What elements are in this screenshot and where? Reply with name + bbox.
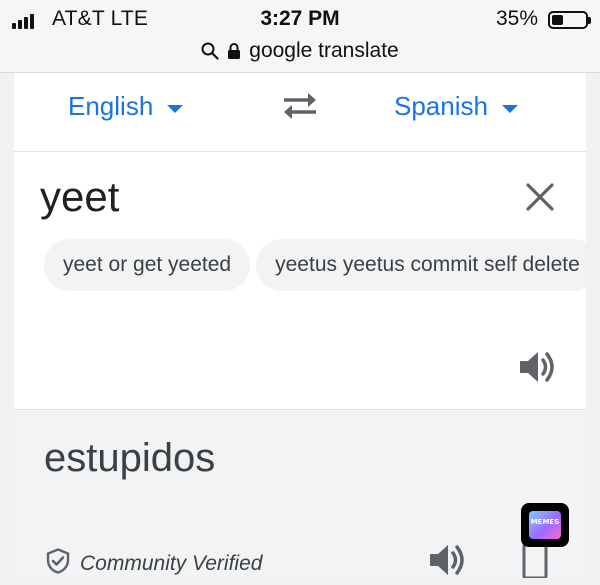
shield-check-icon (46, 548, 70, 580)
suggestion-chip[interactable]: yeetus yeetus commit self delete (256, 239, 586, 291)
status-bar: AT&T LTE 3:27 PM 35% (0, 6, 600, 32)
translation-result-panel: estupidos Community Verified (14, 409, 586, 580)
address-text: google translate (249, 39, 399, 62)
battery-fill (552, 15, 563, 25)
target-language-button[interactable]: Spanish (394, 91, 518, 122)
browser-top-bar: AT&T LTE 3:27 PM 35% google translate (0, 0, 600, 73)
close-icon (522, 183, 558, 219)
address-bar[interactable]: google translate (0, 36, 600, 66)
battery-icon (548, 11, 591, 29)
community-verified-label: Community Verified (80, 552, 263, 575)
source-text-input[interactable]: yeet (40, 173, 119, 221)
target-language-label: Spanish (394, 91, 488, 121)
source-language-label: English (68, 91, 154, 121)
translated-text: estupidos (44, 436, 216, 480)
chevron-down-icon (167, 104, 184, 113)
translate-card: English Spanish yeet yeet or get yeeted y… (14, 73, 586, 580)
search-icon (201, 42, 219, 60)
speaker-icon (428, 545, 468, 584)
listen-source-button[interactable] (518, 347, 558, 392)
language-selector-row: English Spanish (14, 73, 586, 152)
listen-translation-button[interactable] (428, 540, 468, 585)
battery-percent: 35% (495, 7, 538, 30)
swap-arrows-icon (280, 93, 320, 127)
lock-icon (227, 42, 241, 60)
suggestion-chip[interactable]: yeet or get yeeted (44, 239, 251, 291)
memes-watermark-logo: MEMES (521, 503, 569, 547)
swap-languages-button[interactable] (280, 89, 320, 128)
speaker-icon (518, 352, 558, 391)
community-verified-badge[interactable]: Community Verified (46, 548, 262, 580)
chevron-down-icon (501, 104, 518, 113)
suggestion-chips: yeet or get yeeted yeetus yeetus commit s… (44, 239, 586, 291)
source-language-button[interactable]: English (68, 91, 184, 122)
memes-logo-text: MEMES (530, 518, 560, 526)
copy-icon (516, 542, 556, 582)
clear-input-button[interactable] (522, 179, 558, 220)
